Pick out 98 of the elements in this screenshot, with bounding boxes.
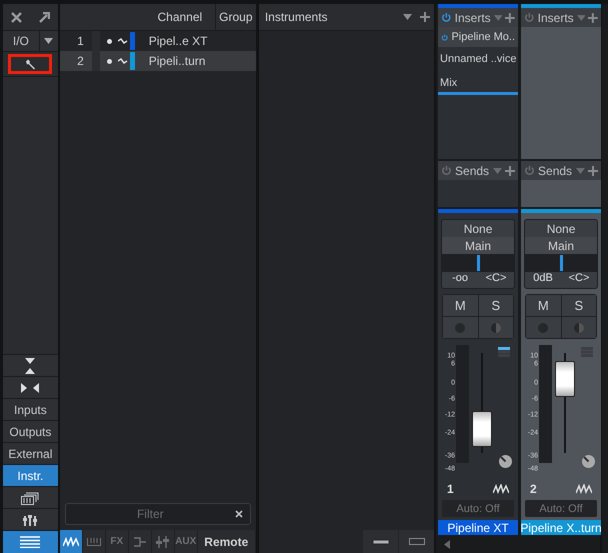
waveform-icon — [118, 38, 128, 44]
power-icon[interactable] — [441, 12, 452, 23]
panel-tab[interactable]: Remote — [198, 530, 255, 553]
wrench-icon — [24, 58, 36, 70]
knob-icon — [499, 455, 512, 468]
monitor-button[interactable] — [478, 317, 514, 338]
half-circle-icon — [490, 322, 501, 332]
sidebar-tab[interactable]: Instr. — [3, 464, 58, 486]
waveform-icon — [493, 484, 510, 494]
filter-input[interactable]: Filter — [66, 506, 235, 522]
minimize-button[interactable] — [363, 530, 398, 553]
section-label: Sends — [455, 164, 490, 178]
pan-slider[interactable] — [442, 254, 514, 272]
record-icon — [538, 322, 548, 332]
waveform-icon — [62, 536, 79, 546]
window-icon — [408, 538, 425, 545]
insert-plugin[interactable]: Pipeline Mo.. — [438, 27, 518, 47]
caret-icon[interactable] — [44, 38, 54, 44]
mute-button[interactable]: M — [443, 295, 478, 316]
sidebar-tab[interactable]: Outputs — [3, 420, 58, 442]
list-icon — [20, 536, 40, 548]
collapse-vertical-icon — [25, 358, 36, 374]
power-icon[interactable] — [441, 165, 452, 176]
waveform-icon — [576, 484, 592, 494]
power-icon[interactable] — [524, 165, 536, 176]
pan-reading: <C> — [568, 272, 590, 286]
channel-name: Pipel..e XT — [148, 34, 208, 48]
volume-reading: -oo — [451, 272, 469, 286]
sidebar-icon-button[interactable] — [3, 376, 58, 398]
sidebar-tab[interactable]: External — [3, 442, 58, 464]
record-dot-icon — [106, 58, 112, 64]
meter-bars-icon — [581, 347, 594, 357]
io-dropdown-button[interactable] — [40, 31, 58, 51]
waveform-icon — [118, 58, 128, 64]
sidebar-icon-button[interactable] — [3, 354, 58, 376]
column-header: Group — [214, 4, 256, 30]
pan-reading: <C> — [484, 272, 508, 286]
add-icon[interactable] — [588, 166, 598, 176]
scroll-left-icon[interactable] — [444, 540, 450, 548]
add-icon[interactable] — [588, 12, 598, 22]
add-icon[interactable] — [505, 12, 516, 22]
fader-icon — [156, 536, 170, 548]
channel-name-label: Pipeline X..turn — [521, 520, 602, 535]
sidebar-tab[interactable]: Inputs — [3, 398, 58, 420]
panel-title: Instruments — [264, 10, 329, 24]
sidebar-icon-button[interactable] — [3, 530, 58, 553]
section-label: Inserts — [538, 10, 574, 24]
channel-number: 2 — [76, 54, 85, 68]
restore-button[interactable] — [399, 530, 434, 553]
meter-bars-icon — [498, 347, 510, 357]
half-circle-icon — [574, 322, 584, 332]
panel-tab[interactable] — [60, 530, 82, 553]
routing-selector[interactable]: None — [442, 220, 514, 237]
channel-number: 2 — [530, 482, 537, 496]
filter-field[interactable]: Filter — [64, 503, 251, 525]
send-icon — [132, 536, 147, 546]
section-label: Inserts — [454, 10, 491, 24]
record-icon — [455, 322, 466, 332]
stacked-bars-icon — [21, 490, 40, 504]
add-icon[interactable] — [420, 12, 430, 22]
channel-name: Pipeli..turn — [148, 54, 206, 68]
add-icon[interactable] — [505, 166, 516, 176]
knob-icon — [582, 455, 596, 468]
column-header: Channel — [156, 10, 204, 24]
insert-item[interactable]: Mix — [438, 71, 518, 95]
piano-keys-icon — [86, 538, 101, 546]
monitor-button[interactable] — [562, 317, 596, 338]
solo-button[interactable]: S — [478, 295, 514, 316]
channel-number: 1 — [447, 482, 454, 496]
plugin-name: Pipeline Mo.. — [451, 31, 516, 43]
io-button[interactable]: I/O — [3, 31, 40, 51]
channel-name-label: Pipeline XT — [438, 520, 518, 535]
minimize-icon — [372, 540, 389, 544]
insert-item[interactable]: Unnamed ..vice — [438, 47, 518, 71]
wrench-button[interactable] — [8, 54, 52, 74]
routing-selector[interactable]: None — [525, 220, 598, 237]
section-label: Sends — [538, 164, 574, 178]
expand-arrow-icon[interactable] — [38, 12, 50, 22]
routing-selector[interactable]: Main — [442, 237, 514, 254]
power-icon[interactable] — [524, 12, 535, 23]
solo-button[interactable]: S — [562, 295, 596, 316]
caret-icon[interactable] — [403, 14, 412, 20]
mute-button[interactable]: M — [526, 295, 561, 316]
routing-selector[interactable]: Main — [525, 237, 598, 254]
mixer-icon — [23, 514, 38, 526]
pan-slider[interactable] — [525, 254, 598, 272]
channel-row[interactable]: 2 Pipeli..turn — [60, 51, 256, 71]
sidebar-icon-button[interactable] — [3, 508, 58, 530]
sidebar-icon-button[interactable] — [3, 486, 58, 508]
power-icon[interactable] — [441, 32, 448, 42]
fader-thumb[interactable] — [472, 410, 492, 447]
fader-thumb[interactable] — [555, 361, 576, 398]
channel-number: 1 — [76, 34, 85, 48]
collapse-horizontal-icon — [21, 382, 40, 392]
record-dot-icon — [106, 38, 112, 44]
close-icon[interactable] — [11, 12, 22, 22]
volume-reading: 0dB — [532, 272, 554, 286]
clear-icon[interactable] — [234, 510, 243, 518]
